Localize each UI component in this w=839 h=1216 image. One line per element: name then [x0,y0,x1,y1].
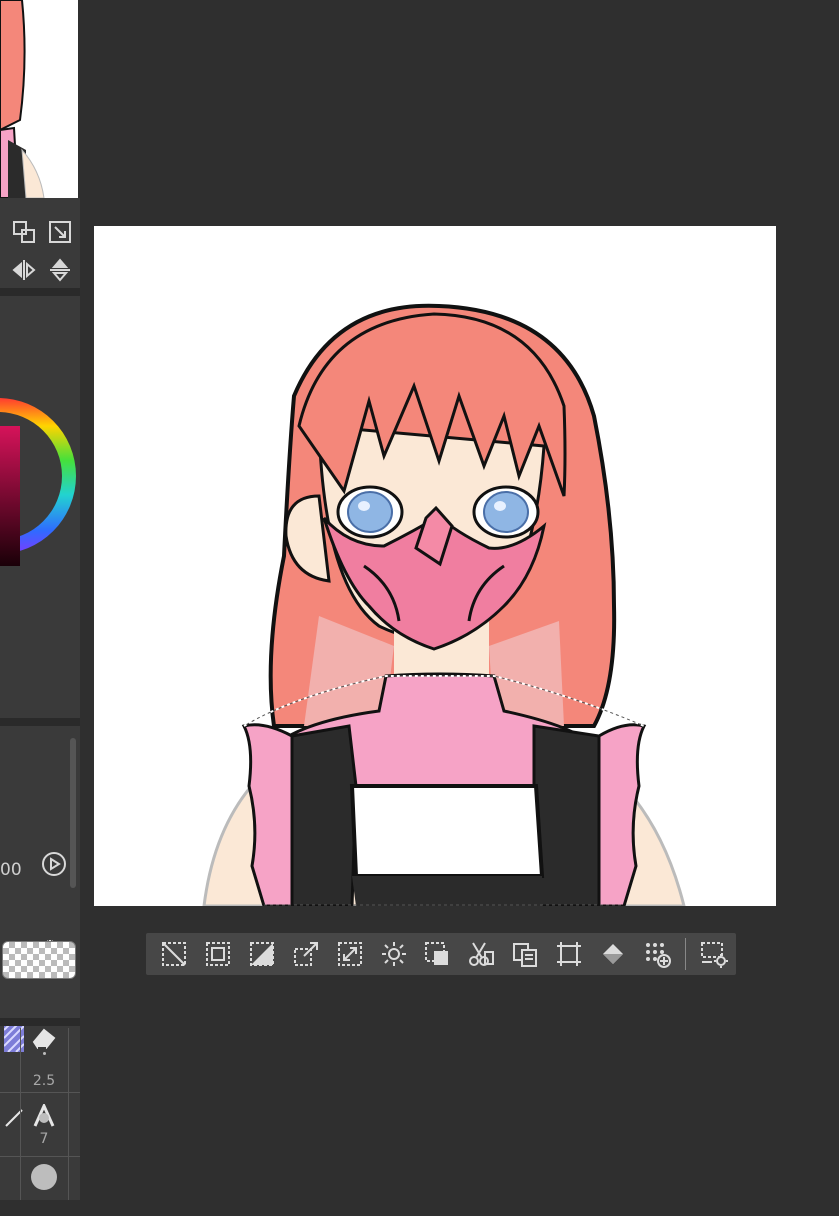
color-wheel[interactable] [0,326,80,630]
drawing-canvas[interactable] [94,226,776,906]
brush-size-item[interactable] [22,1158,66,1216]
tone-pattern-swatch[interactable] [2,941,76,979]
clear-outside-icon[interactable] [240,933,284,975]
selection-launcher [146,933,736,975]
brush-grid-line [0,1156,80,1157]
cut-paste-icon[interactable] [459,933,503,975]
panel-divider [0,288,80,296]
navigator-preview[interactable] [0,0,78,198]
brush-grid-line [68,1028,69,1200]
crop-icon[interactable] [547,933,591,975]
brush-grid-line [0,1092,80,1093]
deselect-icon[interactable] [152,933,196,975]
toolbar-divider [685,938,687,970]
panel-scrollbar[interactable] [70,738,76,888]
expand-selection-icon[interactable] [372,933,416,975]
flip-vertical-icon[interactable] [46,256,74,284]
new-tone-layer-icon[interactable] [635,933,679,975]
transform-selection-icon[interactable] [284,933,328,975]
selection-settings-icon[interactable] [692,933,736,975]
panel-divider [0,1018,80,1026]
brush-size-item[interactable]: 7 [22,1103,66,1161]
tool-panel: 00 2.5 7 [0,198,80,1200]
play-icon[interactable] [40,850,68,878]
invert-selection-icon[interactable] [196,933,240,975]
copy-paste-icon[interactable] [503,933,547,975]
brush-grid-line [20,1028,21,1200]
shrink-selection-icon[interactable] [416,933,460,975]
scale-selection-icon[interactable] [328,933,372,975]
panel-divider [0,718,80,726]
brush-size-label: 2.5 [32,1073,56,1089]
brush-size-item[interactable]: 2.5 [22,1038,66,1096]
opacity-value: 00 [0,860,22,880]
flip-horizontal-icon[interactable] [10,256,38,284]
fill-icon[interactable] [591,933,635,975]
move-layer-icon[interactable] [10,218,38,246]
brush-size-label: 7 [39,1131,49,1147]
transform-icon[interactable] [46,218,74,246]
